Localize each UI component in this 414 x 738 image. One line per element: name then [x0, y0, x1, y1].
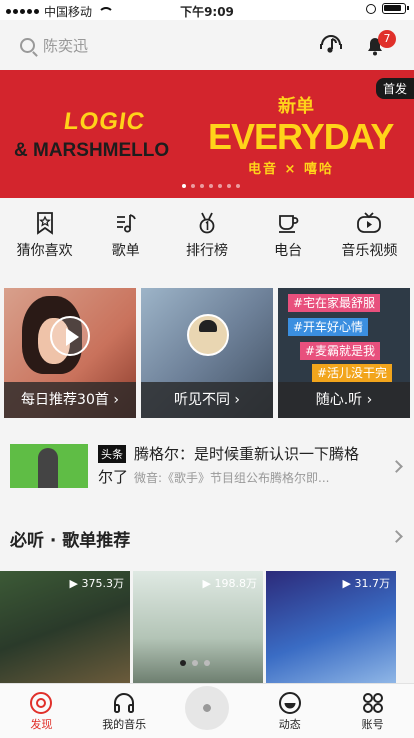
notification-badge: 7	[378, 30, 396, 48]
pager-dot	[182, 184, 186, 188]
mood-tag: #活儿没干完	[312, 364, 393, 382]
card-caption: 随心.听 ›	[278, 382, 410, 418]
card-random-listen[interactable]: #宅在家最舒服 #开车好心情 #麦霸就是我 #活儿没干完 随心.听 ›	[278, 288, 410, 418]
pager-dot	[227, 184, 231, 188]
banner-genre: 电音 × 嘻哈	[248, 162, 334, 177]
play-icon[interactable]	[50, 316, 90, 356]
news-thumbnail	[10, 444, 88, 488]
pager-dot	[236, 184, 240, 188]
clock: 下午9:09	[180, 5, 234, 19]
news-title-line2: 尔了	[98, 468, 129, 486]
bookmark-star-icon	[5, 206, 85, 240]
pager-dot	[218, 184, 222, 188]
playlist-pager	[180, 660, 210, 666]
recommend-cards: 每日推荐30首 › 听见不同 › #宅在家最舒服 #开车好心情 #麦霸就是我 #…	[4, 288, 410, 418]
status-bar: 中国移动 下午9:09	[0, 0, 414, 20]
playlist-icon	[86, 206, 166, 240]
entry-music-video[interactable]: 音乐视频	[329, 206, 409, 280]
news-title: 腾格尔：是时候重新认识一下腾格	[134, 445, 360, 463]
smile-icon	[248, 690, 331, 716]
album-disc-icon	[184, 686, 229, 730]
entry-grid: 猜你喜欢 歌单 排行榜 电台 音乐视频	[0, 206, 414, 280]
playlist-card[interactable]: ▶ 375.3万	[0, 571, 130, 683]
entry-charts[interactable]: 排行榜	[167, 206, 247, 280]
promo-banner[interactable]: LOGIC & MARSHMELLO 新单 EVERYDAY 电音 × 嘻哈 首…	[0, 70, 414, 198]
chevron-right-icon	[390, 530, 403, 543]
avatar-icon	[187, 314, 229, 356]
headline-badge: 头条	[98, 445, 126, 463]
playlist-card[interactable]: ▶ 198.8万	[133, 571, 263, 683]
medal-icon	[167, 206, 247, 240]
banner-pager	[182, 184, 240, 188]
tab-my-music[interactable]: 我的音乐	[83, 684, 166, 738]
mood-tag: #宅在家最舒服	[288, 294, 381, 312]
discover-icon	[0, 690, 83, 716]
play-count: ▶ 198.8万	[202, 577, 257, 590]
card-caption: 听见不同 ›	[141, 382, 273, 418]
mood-tag: #麦霸就是我	[300, 342, 381, 360]
card-hear-different[interactable]: 听见不同 ›	[141, 288, 273, 418]
radio-cup-icon	[248, 206, 328, 240]
app-screen: 中国移动 下午9:09 陈奕迅 7 LOGIC & MARSHMELLO 新单 …	[0, 0, 414, 738]
banner-new-single: 新单	[278, 96, 314, 117]
rotation-lock-icon	[366, 3, 376, 14]
banner-artist-2: & MARSHMELLO	[14, 140, 170, 161]
card-caption: 每日推荐30首 ›	[4, 382, 136, 418]
play-count: ▶ 375.3万	[69, 577, 124, 590]
headline-news[interactable]: 头条 腾格尔：是时候重新认识一下腾格 尔了 微音:《歌手》节目组公布腾格尔即..…	[0, 438, 414, 496]
banner-song-title: EVERYDAY	[208, 116, 394, 157]
headphones-icon	[83, 690, 166, 716]
search-icon	[20, 37, 35, 53]
playlist-card[interactable]: ▶ 31.7万	[266, 571, 396, 683]
section-title: 必听 · 歌单推荐	[10, 531, 131, 551]
banner-tag: 首发	[375, 78, 414, 99]
tv-icon	[329, 206, 409, 240]
entry-playlist[interactable]: 歌单	[86, 206, 166, 280]
search-placeholder: 陈奕迅	[43, 36, 89, 55]
search-bar[interactable]: 陈奕迅	[20, 32, 88, 58]
grid-icon	[331, 690, 414, 716]
chevron-right-icon	[390, 460, 403, 473]
now-playing-icon[interactable]	[318, 32, 344, 58]
playlist-section-header[interactable]: 必听 · 歌单推荐	[0, 518, 414, 558]
battery-icon	[382, 3, 409, 14]
tab-discover[interactable]: 发现	[0, 684, 83, 738]
tab-account[interactable]: 账号	[331, 684, 414, 738]
pager-dot	[200, 184, 204, 188]
playlist-row: ▶ 375.3万 ▶ 198.8万 ▶ 31.7万	[0, 571, 414, 683]
news-subtitle: 微音:《歌手》节目组公布腾格尔即...	[134, 471, 330, 485]
banner-artist-1: LOGIC	[62, 108, 147, 135]
entry-guess-you-like[interactable]: 猜你喜欢	[5, 206, 85, 280]
pager-dot	[209, 184, 213, 188]
entry-radio[interactable]: 电台	[248, 206, 328, 280]
bottom-tab-bar: 发现 我的音乐 动态 账号	[0, 683, 414, 738]
pager-dot	[191, 184, 195, 188]
now-playing-disc[interactable]	[166, 684, 249, 738]
play-count: ▶ 31.7万	[342, 577, 390, 590]
top-bar: 陈奕迅 7	[0, 20, 414, 70]
tab-feed[interactable]: 动态	[248, 684, 331, 738]
card-daily-recommend[interactable]: 每日推荐30首 ›	[4, 288, 136, 418]
mood-tag: #开车好心情	[288, 318, 369, 336]
